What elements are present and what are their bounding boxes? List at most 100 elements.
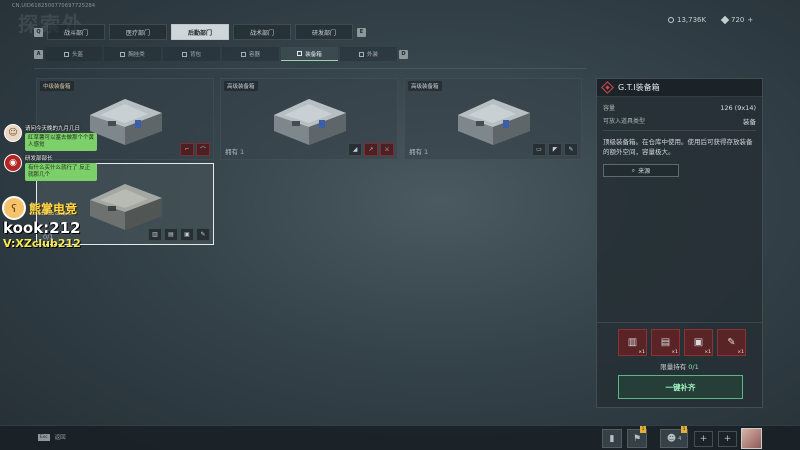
slot-icon: ▥ [148,228,162,241]
owned-label: 拥有 [409,148,422,156]
person-icon: ☻ [666,433,677,444]
item-slot[interactable]: ▥ ×1 [618,329,647,356]
tab-backpack[interactable]: 背包 [163,47,220,61]
capacity-row: 容量 126 (9x14) [597,101,762,114]
coin-icon [668,17,674,23]
bear-logo-icon: ʕ [2,196,26,220]
owned-value: 1 [240,148,245,156]
slot-icon: ⌒ [196,143,210,156]
item-card-high-case[interactable]: 高级装备箱 拥有 1 ◢ ↗ ⚔ [220,78,398,160]
tab-label: 外装 [366,52,378,58]
chat-message: ◉ 研发部部长 有什么买什么就行了 反正就那几个 [4,154,124,181]
key-sub-next-icon[interactable]: D [399,49,408,59]
chest-rig-icon [120,51,126,57]
avatar: ◉ [4,154,22,172]
player-avatar[interactable] [741,428,762,449]
limit-value: 0/1 [688,363,699,371]
back-button[interactable]: Esc 返回 [38,433,66,441]
key-sub-prev-icon[interactable]: A [34,49,43,59]
gems-plus-button[interactable]: + [747,16,753,24]
tab-tactical[interactable]: 战术部门 [233,24,291,40]
limit-text: 限量持有 0/1 [597,361,762,371]
squad-button[interactable]: ☻ 4 1 [660,426,688,448]
equipment-case-image [458,99,530,145]
notification-badge: 1 [681,426,687,433]
item-count: ×1 [638,350,645,355]
stream-logo: ʕ 熊掌电竞 XIONGZHANG DIANJING [2,196,77,220]
tab-label: 装备箱 [305,51,322,58]
promo-kook: kook:212 [3,219,81,237]
avatar: ☺ [4,124,22,142]
owned-value: 1 [424,148,429,156]
plus-icon: + [699,434,708,444]
slot-icon: ◤ [548,143,562,156]
owned-count: 拥有 1 [409,146,428,156]
squad-count: 4 [678,435,682,442]
tab-container[interactable]: 容器 [222,47,279,61]
flag-icon: ⚑ [632,433,642,444]
chat-bubble: 红草薯可以塞去做那个个黄人感觉 [25,133,97,151]
tab-logistics[interactable]: 后勤部门 [171,24,229,40]
stats-button[interactable]: ▮ [602,429,622,448]
tab-equipment-case[interactable]: 装备箱 [281,47,338,61]
plus-icon: + [723,434,732,444]
item-card-high-case-2[interactable]: 高级装备箱 拥有 1 ▭ ◤ ✎ [404,78,582,160]
tab-helmet[interactable]: 头盔 [45,47,102,61]
slot-icon: ✎ [564,143,578,156]
required-items: ▥ ×1 ▤ ×1 ▣ ×1 ✎ ×1 [597,323,762,356]
item-icon: ▤ [660,337,671,348]
item-slots: ▥ ▤ ▣ ✎ [148,228,210,241]
grade-label: 高级装备箱 [408,81,442,91]
item-slot[interactable]: ▣ ×1 [684,329,713,356]
item-slots: ▭ ◤ ✎ [532,143,578,156]
bottom-bar: Esc 返回 ▮ ⚑ 1 ☻ 4 1 + + [0,425,800,450]
slot-icon: ▣ [180,228,194,241]
item-slot[interactable]: ✎ ×1 [717,329,746,356]
divider [603,130,756,131]
chat-overlay: ☺ 请问今天晚的九月几日 红草薯可以塞去做那个个黄人感觉 ◉ 研发部部长 有什么… [4,124,124,184]
chat-message: ☺ 请问今天晚的九月几日 红草薯可以塞去做那个个黄人感觉 [4,124,124,151]
tab-label: 胸挂类 [128,52,145,58]
equipment-case-image [274,99,346,145]
owned-count: 拥有 1 [225,146,244,156]
owned-label: 拥有 [225,148,238,156]
key-next-icon[interactable]: E [357,27,366,37]
promo-wechat: V:XZclub212 [3,237,81,250]
tab-exterior[interactable]: 外装 [340,47,397,61]
department-tabs: Q 战斗部门 医疗部门 后勤部门 战术部门 研发部门 E [34,24,366,40]
capacity-label: 容量 [603,105,616,112]
slot-icon: ▤ [164,228,178,241]
slot-icon: ▭ [532,143,546,156]
container-icon [240,51,246,57]
item-icon: ▣ [693,337,704,348]
key-prev-icon[interactable]: Q [34,27,43,37]
type-value: 装备 [743,117,756,126]
add-member-button[interactable]: + [694,431,713,447]
tab-label: 容器 [248,52,260,58]
slot-icon: ◢ [348,143,362,156]
type-row: 可放入道具类型 装备 [597,114,762,127]
item-slot[interactable]: ▤ ×1 [651,329,680,356]
coins-display: 13,736K [668,16,706,24]
panel-header: G.T.I装备箱 [597,79,762,97]
source-button[interactable]: ⌕ 来源 [603,164,679,177]
equipment-case-icon [297,51,303,56]
chat-bubble: 有什么买什么就行了 反正就那几个 [25,163,97,181]
item-icon: ▥ [627,337,638,348]
add-member-button-2[interactable]: + [718,431,737,447]
type-label: 可放入道具类型 [603,118,646,125]
item-slots: ◢ ↗ ⚔ [348,143,394,156]
refill-button[interactable]: 一键补齐 [618,375,743,399]
tab-research[interactable]: 研发部门 [295,24,353,40]
notification-badge: 1 [640,426,646,433]
tab-combat[interactable]: 战斗部门 [47,24,105,40]
tab-medical[interactable]: 医疗部门 [109,24,167,40]
tab-chest-rig[interactable]: 胸挂类 [104,47,161,61]
coins-value: 13,736K [677,16,707,24]
tab-label: 头盔 [71,52,83,58]
source-label: 来源 [638,168,651,175]
flag-button[interactable]: ⚑ 1 [627,426,647,448]
gems-display[interactable]: 720 + [720,15,753,25]
slot-icon: ⚔ [380,143,394,156]
slot-icon: ⌐ [180,143,194,156]
